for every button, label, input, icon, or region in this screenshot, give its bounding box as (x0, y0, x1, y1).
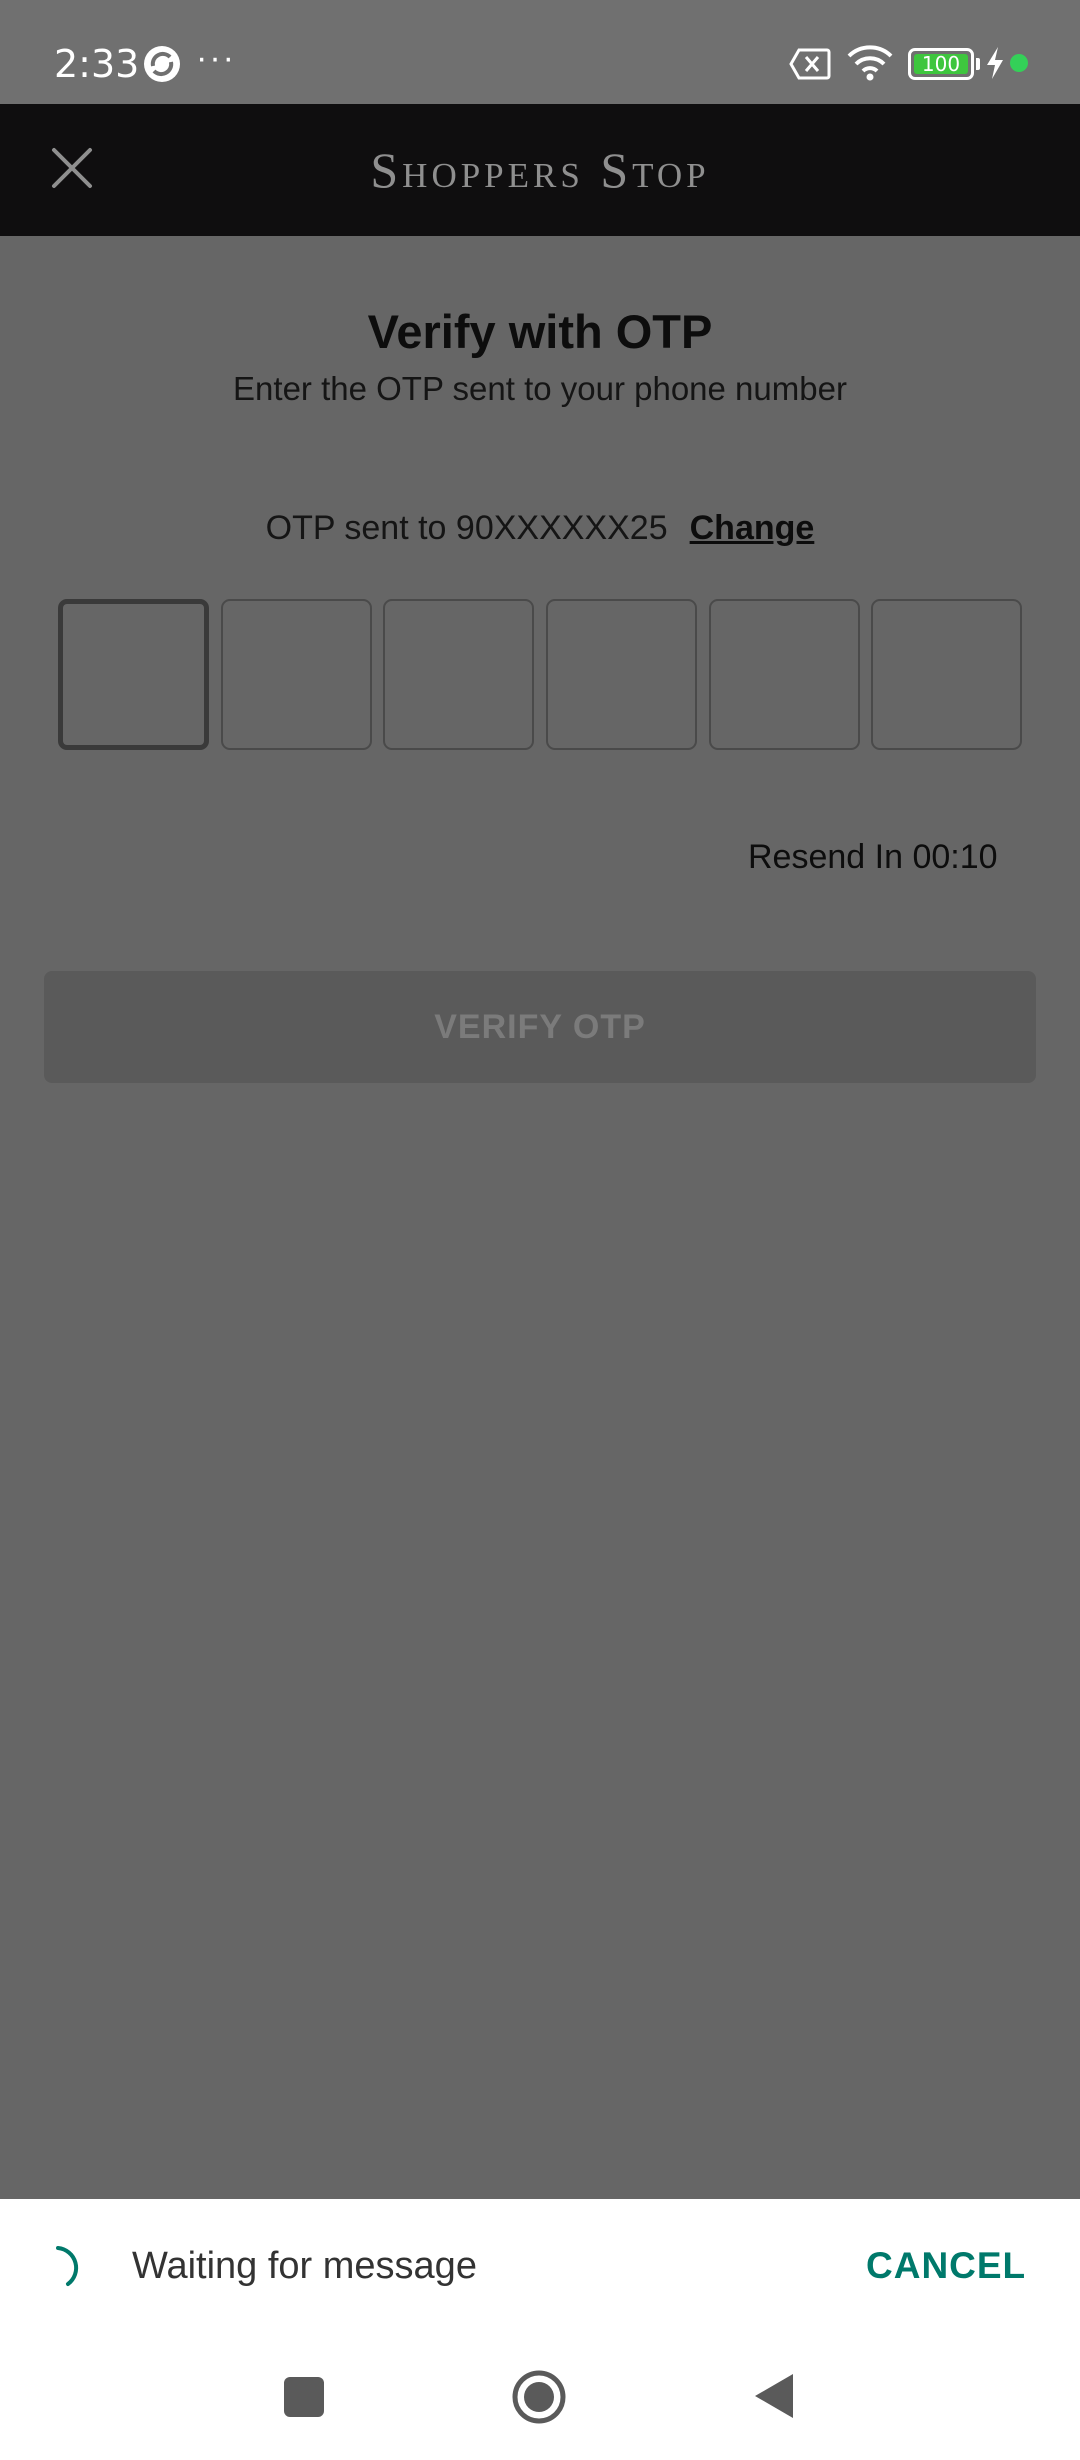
otp-digit-4[interactable] (546, 599, 697, 750)
otp-digit-3[interactable] (383, 599, 534, 750)
otp-digit-2[interactable] (221, 599, 372, 750)
home-icon[interactable] (511, 2369, 567, 2425)
otp-digit-5[interactable] (709, 599, 860, 750)
otp-digit-1[interactable] (58, 599, 209, 750)
app-sync-icon (144, 46, 180, 82)
brand-logo: Shoppers Stop (370, 142, 710, 198)
resend-timer: Resend In 00:10 (748, 838, 998, 876)
back-icon[interactable] (753, 2372, 795, 2420)
loading-spinner-icon (56, 2246, 79, 2286)
change-number-link[interactable]: Change (690, 509, 815, 547)
charging-icon (987, 47, 1003, 79)
page-title: Verify with OTP (367, 305, 713, 358)
charging-dot-icon (1010, 54, 1028, 72)
otp-sent-row: OTP sent to 90XXXXXX25 Change (0, 503, 1080, 553)
otp-digit-6[interactable] (871, 599, 1022, 750)
battery-nub (976, 58, 980, 70)
sim-none-icon (789, 48, 831, 80)
recents-icon[interactable] (282, 2375, 326, 2419)
cancel-button[interactable]: CANCEL (866, 2240, 1026, 2292)
verify-otp-button[interactable]: VERIFY OTP (44, 971, 1036, 1083)
page-subtitle: Enter the OTP sent to your phone number (233, 370, 847, 407)
battery-icon: 100 (908, 48, 974, 80)
status-bar: 2:33 ··· 100 (0, 0, 1080, 104)
status-time: 2:33 (54, 42, 140, 86)
otp-sent-label: OTP sent to 90XXXXXX25 (265, 509, 668, 547)
battery-level: 100 (921, 52, 961, 76)
waiting-message-label: Waiting for message (132, 2245, 477, 2287)
wifi-icon (847, 45, 893, 81)
more-notifications-icon: ··· (196, 39, 236, 77)
